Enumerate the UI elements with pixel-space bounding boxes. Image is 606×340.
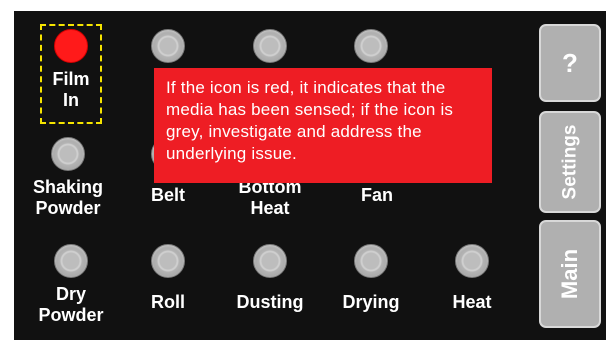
indicator-label: Bottom Heat [238, 177, 302, 218]
status-icon [253, 29, 287, 63]
indicator-label: Fan [360, 185, 393, 205]
indicator-row1-4[interactable] [321, 29, 421, 63]
indicator-heat[interactable]: Heat [422, 244, 522, 313]
indicator-dry-powder[interactable]: Dry Powder [21, 244, 121, 326]
indicator-drying[interactable]: Drying [321, 244, 421, 313]
status-icon [253, 244, 287, 278]
indicator-label: Heat [452, 292, 492, 312]
indicator-roll[interactable]: Roll [118, 244, 218, 313]
indicator-dusting[interactable]: Dusting [220, 244, 320, 313]
status-icon [54, 244, 88, 278]
indicator-label: Drying [342, 292, 400, 312]
indicator-label: Belt [150, 185, 185, 205]
main-button[interactable]: Main [539, 220, 601, 328]
help-button-label: ? [562, 47, 578, 78]
indicator-label: Shaking Powder [32, 177, 103, 218]
status-icon [151, 29, 185, 63]
indicator-label: Dry Powder [38, 284, 104, 325]
status-icon [51, 137, 85, 171]
settings-button[interactable]: Settings [539, 111, 601, 213]
settings-button-label: Settings [559, 124, 581, 200]
indicator-label: Roll [151, 292, 185, 312]
indicator-shaking-powder[interactable]: Shaking Powder [18, 137, 118, 219]
status-icon [354, 29, 388, 63]
status-icon [455, 244, 489, 278]
main-button-label: Main [557, 248, 582, 300]
selection-highlight [40, 24, 102, 124]
status-icon [354, 244, 388, 278]
status-icon [151, 244, 185, 278]
indicator-row1-3[interactable] [220, 29, 320, 63]
help-button[interactable]: ? [539, 24, 601, 102]
help-tooltip: If the icon is red, it indicates that th… [154, 68, 492, 183]
indicator-label: Dusting [236, 292, 304, 312]
